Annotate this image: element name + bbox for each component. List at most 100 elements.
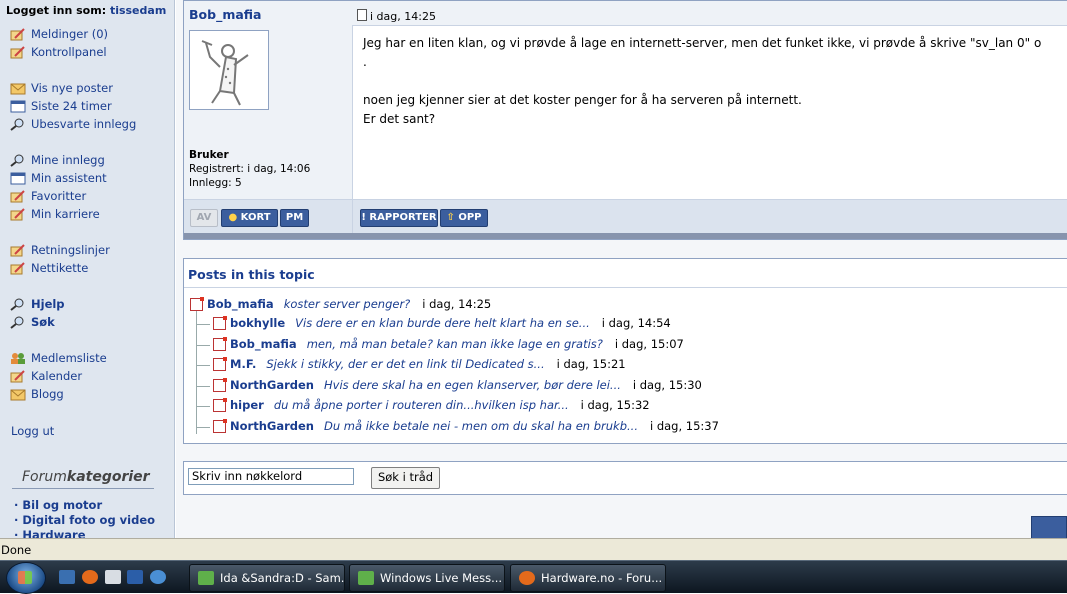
magnifier-icon — [10, 316, 26, 329]
post-icon — [213, 315, 227, 330]
task-firefox-hardware[interactable]: Hardware.no - Foru... — [510, 564, 666, 592]
sidebar-item-label: Favoritter — [31, 189, 87, 203]
pm-button[interactable]: PM — [280, 209, 309, 227]
taskbar: Ida &Sandra:D - Sam... Windows Live Mess… — [0, 560, 1067, 594]
logged-in-user: Logget inn som: tissedam — [6, 4, 166, 17]
category-link[interactable]: · Hardware — [14, 528, 86, 538]
firefox-icon[interactable] — [82, 570, 98, 584]
status-text: Done — [1, 543, 32, 557]
topic-snippet[interactable]: koster server penger? — [284, 297, 411, 311]
topic-row[interactable]: NorthGarden Hvis dere skal ha en egen kl… — [213, 377, 702, 392]
author-registered: Registrert: i dag, 14:06 — [189, 163, 311, 175]
post-icon — [213, 356, 227, 371]
show-desktop-icon[interactable] — [59, 570, 75, 584]
topic-date: i dag, 15:32 — [580, 398, 650, 412]
post-line — [363, 72, 1063, 91]
sidebar-item-label: Kalender — [31, 369, 83, 383]
post-icon — [213, 377, 227, 392]
topic-author[interactable]: Bob_mafia — [207, 297, 274, 311]
categories-heading: Forumkategorier — [22, 469, 150, 485]
thread-search: Søk i tråd — [183, 461, 1067, 495]
sidebar-item-logg-ut[interactable]: Logg ut — [11, 424, 54, 438]
footer-divider — [352, 200, 353, 233]
author-info: Bruker Registrert: i dag, 14:06 Innlegg:… — [184, 25, 353, 199]
users-icon — [10, 352, 26, 365]
exclamation-icon: ! — [361, 212, 366, 223]
sidebar-item-label: Min assistent — [31, 171, 107, 185]
task-messenger-chat[interactable]: Ida &Sandra:D - Sam... — [189, 564, 345, 592]
topic-author[interactable]: hiper — [230, 398, 264, 412]
topic-row[interactable]: Bob_mafia koster server penger? i dag, 1… — [190, 296, 491, 311]
sidebar-item-medlemsliste[interactable]: Medlemsliste — [10, 351, 107, 365]
topic-snippet[interactable]: Hvis dere skal ha en egen klanserver, bø… — [324, 378, 621, 392]
thread-search-input[interactable] — [188, 468, 354, 485]
pencil-icon — [10, 207, 26, 221]
sidebar-item-nettikette[interactable]: Nettikette — [10, 261, 88, 275]
topic-author[interactable]: M.F. — [230, 357, 256, 371]
thread-search-button[interactable]: Søk i tråd — [371, 467, 440, 489]
sidebar: Logget inn som: tissedam Meldinger (0) K… — [0, 0, 175, 538]
post-author[interactable]: Bob_mafia — [189, 7, 261, 22]
calendar-icon — [10, 172, 26, 185]
avatar[interactable] — [189, 30, 269, 110]
topic-snippet[interactable]: Vis dere er en klan burde dere helt klar… — [295, 316, 590, 330]
topic-posts-list: Posts in this topic Bob_mafia koster ser… — [183, 258, 1067, 444]
topic-snippet[interactable]: men, må man betale? kan man ikke lage en… — [307, 337, 603, 351]
topics-title: Posts in this topic — [188, 267, 315, 282]
topic-row[interactable]: Bob_mafia men, må man betale? kan man ik… — [213, 336, 684, 351]
task-windows-live-messenger[interactable]: Windows Live Mess... — [349, 564, 505, 592]
sidebar-item-mine-innlegg[interactable]: Mine innlegg — [10, 153, 105, 167]
sidebar-item-meldinger[interactable]: Meldinger (0) — [10, 27, 108, 41]
topic-row[interactable]: bokhylle Vis dere er en klan burde dere … — [213, 315, 671, 330]
sidebar-item-favoritter[interactable]: Favoritter — [10, 189, 86, 203]
help-icon[interactable] — [1031, 516, 1067, 538]
topic-author[interactable]: Bob_mafia — [230, 337, 297, 351]
category-link[interactable]: · Bil og motor — [14, 498, 102, 512]
username-link[interactable]: tissedam — [110, 4, 166, 17]
media-player-icon[interactable] — [150, 570, 166, 584]
topic-date: i dag, 15:37 — [649, 419, 719, 433]
magnifier-icon — [10, 298, 26, 311]
pencil-icon — [10, 243, 26, 257]
topic-row[interactable]: hiper du må åpne porter i routeren din..… — [213, 397, 650, 412]
topic-row[interactable]: NorthGarden Du må ikke betale nei - men … — [213, 418, 719, 433]
sidebar-item-ubesvarte-innlegg[interactable]: Ubesvarte innlegg — [10, 117, 136, 131]
mail-icon[interactable] — [105, 570, 121, 584]
sidebar-item-label: Hjelp — [31, 297, 65, 311]
sidebar-item-blogg[interactable]: Blogg — [10, 387, 64, 401]
post-icon — [213, 336, 227, 351]
topic-author[interactable]: NorthGarden — [230, 378, 314, 392]
word-icon[interactable] — [127, 570, 143, 584]
sidebar-item-kontrollpanel[interactable]: Kontrollpanel — [10, 45, 107, 59]
sidebar-item-kalender[interactable]: Kalender — [10, 369, 82, 383]
opp-button[interactable]: ⇧ OPP — [440, 209, 488, 227]
topic-snippet[interactable]: du må åpne porter i routeren din...hvilk… — [274, 398, 569, 412]
sidebar-item-hjelp[interactable]: Hjelp — [10, 297, 65, 311]
category-link[interactable]: · Digital foto og video — [14, 513, 155, 527]
sidebar-item-siste-24-timer[interactable]: Siste 24 timer — [10, 99, 112, 113]
kort-button[interactable]: ● KORT — [221, 209, 278, 227]
topic-author[interactable]: NorthGarden — [230, 419, 314, 433]
topic-author[interactable]: bokhylle — [230, 316, 285, 330]
topic-row[interactable]: M.F. Sjekk i stikky, der er det en link … — [213, 356, 626, 371]
rapporter-button[interactable]: ! RAPPORTER — [360, 209, 438, 227]
post-footer: AV ● KORT PM ! RAPPORTER ⇧ OPP — [184, 199, 1067, 233]
post-date: i dag, 14:25 — [357, 9, 436, 23]
post-icon — [213, 397, 227, 412]
topic-snippet[interactable]: Sjekk i stikky, der er det en link til D… — [266, 357, 544, 371]
pencil-icon — [10, 261, 26, 275]
av-button[interactable]: AV — [190, 209, 218, 227]
topic-date: i dag, 15:21 — [556, 357, 626, 371]
sidebar-item-label: Meldinger (0) — [31, 27, 109, 41]
post-line: noen jeg kjenner sier at det koster peng… — [363, 93, 802, 107]
tree-line — [196, 345, 210, 346]
sidebar-item-min-karriere[interactable]: Min karriere — [10, 207, 100, 221]
topic-snippet[interactable]: Du må ikke betale nei - men om du skal h… — [324, 419, 638, 433]
sidebar-item-min-assistent[interactable]: Min assistent — [10, 171, 107, 185]
start-button[interactable] — [6, 562, 46, 594]
sidebar-item-vis-nye-poster[interactable]: Vis nye poster — [10, 81, 113, 95]
sidebar-item-sok[interactable]: Søk — [10, 315, 55, 329]
sidebar-item-retningslinjer[interactable]: Retningslinjer — [10, 243, 110, 257]
categories-divider — [12, 488, 154, 489]
sidebar-item-label: Vis nye poster — [31, 81, 113, 95]
